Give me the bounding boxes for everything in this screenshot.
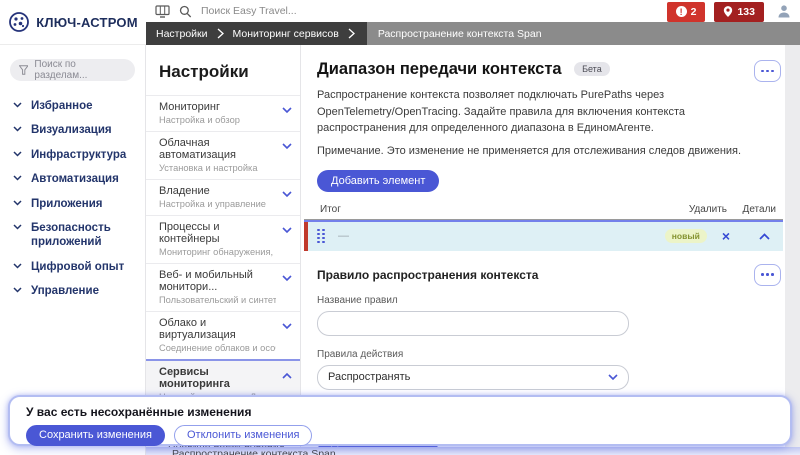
sidebar-item-digital-experience[interactable]: Цифровой опыт	[0, 255, 145, 279]
status-badge-new: новый	[665, 229, 707, 243]
problems-count: 2	[691, 6, 697, 18]
chevron-down-icon	[13, 263, 22, 269]
settings-section-ownership[interactable]: Владение Настройка и управление	[146, 179, 300, 215]
discard-changes-button[interactable]: Отклонить изменения	[174, 425, 312, 446]
chevron-down-icon	[282, 323, 292, 330]
exclamation-circle-icon: !	[676, 6, 687, 17]
settings-section-monitoring[interactable]: Мониторинг Настройка и обзор	[146, 95, 300, 131]
chevron-down-icon	[13, 151, 22, 157]
settings-panel-title: Настройки	[146, 45, 300, 95]
sidebar-nav: Избранное Визуализация Инфраструктура Ав…	[0, 94, 145, 303]
save-changes-button[interactable]: Сохранить изменения	[26, 425, 165, 446]
rule-action-label: Правила действия	[317, 349, 781, 360]
search-icon[interactable]	[179, 5, 192, 18]
column-summary: Итог	[320, 204, 341, 215]
chevron-down-icon	[13, 126, 22, 132]
funnel-icon	[19, 65, 28, 75]
collapse-row-chevron-up-icon[interactable]	[759, 233, 770, 240]
monitor-grid-icon[interactable]	[155, 5, 170, 18]
locations-count: 133	[737, 6, 755, 18]
chevron-down-icon	[13, 287, 22, 293]
rule-action-value: Распространять	[328, 371, 410, 383]
person-icon[interactable]	[777, 4, 791, 18]
chevron-down-icon	[282, 191, 292, 198]
sidebar-item-app-security[interactable]: Безопасность приложений	[0, 216, 145, 255]
settings-section-processes-containers[interactable]: Процессы и контейнеры Мониторинг обнаруж…	[146, 215, 300, 263]
settings-menu-panel: Настройки Мониторинг Настройка и обзор О…	[146, 45, 301, 455]
settings-section-cloud-automation[interactable]: Облачная автоматизация Установка и настр…	[146, 131, 300, 179]
unsaved-changes-bar: У вас есть несохранённые изменения Сохра…	[8, 395, 792, 446]
chevron-down-icon	[282, 227, 292, 234]
column-details: Детали	[743, 204, 776, 215]
ellipsis-icon	[761, 70, 764, 73]
locations-badge[interactable]: 133	[714, 2, 764, 22]
chevron-down-icon	[13, 200, 22, 206]
page-more-options-button[interactable]	[754, 60, 781, 82]
utility-bar: Поиск Easy Travel... ! 2 133	[146, 0, 800, 22]
page-header: Диапазон передачи контекста Бета	[317, 60, 781, 79]
page-note: Примечание. Это изменение не применяется…	[317, 145, 785, 157]
sidebar-item-infrastructure[interactable]: Инфраструктура	[0, 143, 145, 167]
scroll-gutter[interactable]	[785, 45, 800, 455]
breadcrumb-item-service-monitoring[interactable]: Мониторинг сервисов	[233, 28, 339, 40]
table-header: Итог Удалить Детали	[304, 203, 783, 220]
breadcrumb-item-settings[interactable]: Настройки	[156, 28, 208, 40]
page-title: Диапазон передачи контекста	[317, 60, 562, 78]
chevron-down-icon	[608, 374, 618, 381]
column-delete: Удалить	[689, 204, 727, 215]
app-window: КЛЮЧ-АСТРОМ Поиск Easy Travel... ! 2	[0, 0, 800, 455]
breadcrumb-dark-group: Настройки Мониторинг сервисов	[146, 22, 367, 45]
top-bar: КЛЮЧ-АСТРОМ Поиск Easy Travel... ! 2	[0, 0, 800, 45]
row-actions: новый ×	[665, 222, 783, 251]
table-row[interactable]: — новый ×	[304, 220, 783, 251]
chevron-down-icon	[13, 102, 22, 108]
beta-badge: Бета	[574, 62, 610, 76]
rule-more-options-button[interactable]	[754, 264, 781, 286]
delete-row-button[interactable]: ×	[722, 229, 730, 243]
rule-action-select[interactable]: Распространять	[317, 365, 629, 390]
chevron-down-icon	[13, 224, 22, 230]
main-content: Диапазон передачи контекста Бета Распрос…	[301, 45, 785, 455]
sidebar-search-input[interactable]: Поиск по разделам...	[10, 59, 135, 81]
settings-section-cloud-virtualization[interactable]: Облако и виртуализация Соединение облако…	[146, 311, 300, 359]
chevron-down-icon	[282, 107, 292, 114]
sidebar-item-applications[interactable]: Приложения	[0, 192, 145, 216]
rule-form-title: Правило распространения контекста	[317, 268, 781, 282]
sidebar-item-favorites[interactable]: Избранное	[0, 94, 145, 118]
row-error-marker	[304, 222, 308, 251]
add-element-button[interactable]: Добавить элемент	[317, 170, 439, 192]
chevron-down-icon	[282, 143, 292, 150]
sidebar-search-placeholder: Поиск по разделам...	[34, 59, 126, 81]
ellipsis-icon	[761, 273, 764, 276]
chevron-up-icon	[282, 372, 292, 379]
sidebar-item-automation[interactable]: Автоматизация	[0, 167, 145, 191]
chevron-down-icon	[282, 275, 292, 282]
global-search-input[interactable]: Поиск Easy Travel...	[201, 5, 297, 17]
row-summary-value: —	[338, 230, 349, 242]
unsaved-changes-message: У вас есть несохранённые изменения	[26, 405, 774, 419]
main-sidebar: Поиск по разделам... Избранное Визуализа…	[0, 45, 146, 455]
rule-name-input[interactable]	[317, 311, 629, 336]
globe-network-icon	[8, 11, 30, 33]
page-description: Распространение контекста позволяет подк…	[317, 87, 759, 137]
drag-handle-icon[interactable]	[317, 229, 325, 244]
brand-name: КЛЮЧ-АСТРОМ	[36, 15, 137, 30]
settings-subitem-span-context-selected[interactable]: Распространение контекста Span	[146, 447, 800, 455]
brand-logo[interactable]: КЛЮЧ-АСТРОМ	[0, 0, 146, 45]
rules-table: Итог Удалить Детали — новый ×	[304, 203, 783, 251]
chevron-right-icon	[217, 28, 224, 39]
sidebar-item-visualization[interactable]: Визуализация	[0, 118, 145, 142]
rule-name-label: Название правил	[317, 295, 781, 306]
chevron-right-icon	[348, 28, 355, 39]
sidebar-item-management[interactable]: Управление	[0, 279, 145, 303]
location-pin-icon	[723, 5, 733, 18]
breadcrumb-item-current: Распространение контекста Span	[367, 28, 542, 40]
settings-section-web-mobile-monitoring[interactable]: Веб- и мобильный монитори... Пользовател…	[146, 263, 300, 311]
problems-badge[interactable]: ! 2	[667, 2, 706, 22]
chevron-down-icon	[13, 175, 22, 181]
breadcrumb: Настройки Мониторинг сервисов Распростра…	[146, 22, 800, 45]
